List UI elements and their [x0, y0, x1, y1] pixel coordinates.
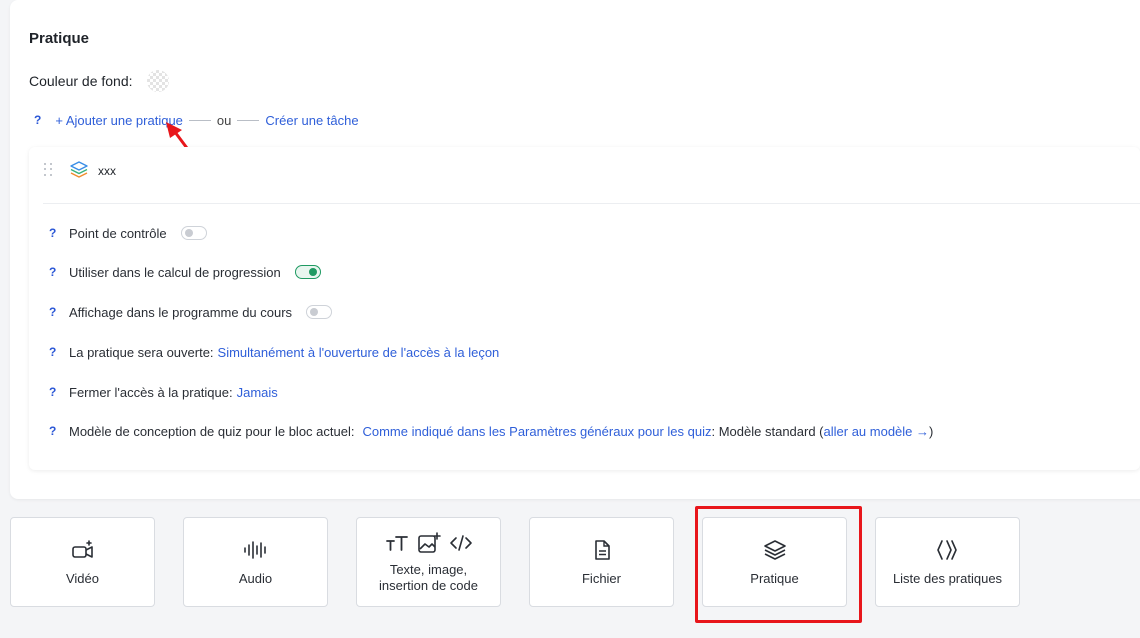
tile-label: Texte, image, insertion de code — [378, 562, 478, 593]
go-to-template-link[interactable]: aller au modèle → — [824, 424, 930, 439]
add-actions-row: ? + Ajouter une pratique ou Créer une tâ… — [34, 110, 359, 130]
create-task-link[interactable]: Créer une tâche — [265, 113, 358, 128]
tile-label: Vidéo — [65, 571, 99, 586]
help-icon[interactable]: ? — [49, 385, 69, 399]
help-icon[interactable]: ? — [49, 305, 69, 319]
setting-label: Modèle de conception de quiz pour le blo… — [69, 423, 355, 439]
block-name[interactable]: xxx — [98, 164, 116, 178]
section-title: Pratique — [29, 30, 90, 47]
layers-icon — [763, 540, 786, 560]
help-icon[interactable]: ? — [49, 226, 69, 240]
quiz-template-suffix: : Modèle standard ( — [711, 423, 824, 439]
background-color-swatch[interactable] — [146, 70, 169, 92]
tile-text-image-code[interactable]: Texte, image, insertion de code — [356, 517, 501, 607]
chevrons-icon — [936, 540, 957, 560]
setting-open-time: ? La pratique sera ouverte: Simultanémen… — [49, 342, 499, 362]
quiz-template-link[interactable]: Comme indiqué dans les Paramètres généra… — [362, 424, 711, 439]
text-size-icon — [385, 536, 408, 551]
code-icon — [449, 535, 472, 551]
tile-label: Pratique — [750, 571, 799, 586]
separator-line — [237, 119, 260, 121]
tile-audio[interactable]: Audio — [183, 517, 328, 607]
open-time-link[interactable]: Simultanément à l'ouverture de l'accès à… — [218, 345, 500, 360]
setting-progress-calc: ? Utiliser dans le calcul de progression — [49, 262, 321, 282]
help-icon[interactable]: ? — [49, 265, 69, 279]
checkpoint-toggle[interactable] — [180, 226, 207, 240]
file-icon — [594, 540, 610, 560]
close-access-link[interactable]: Jamais — [237, 385, 278, 400]
help-icon[interactable]: ? — [49, 424, 69, 438]
audio-wave-icon — [243, 541, 266, 559]
or-text: ou — [216, 113, 232, 128]
tile-label: Liste des pratiques — [892, 571, 1003, 586]
video-add-icon — [71, 540, 93, 558]
setting-label: Utiliser dans le calcul de progression — [69, 264, 281, 280]
divider — [43, 203, 1140, 204]
quiz-template-close: ) — [929, 423, 934, 439]
background-color-row: Couleur de fond: — [29, 70, 169, 92]
setting-checkpoint: ? Point de contrôle — [49, 223, 207, 243]
progress-calc-toggle[interactable] — [294, 265, 321, 279]
background-color-label: Couleur de fond: — [29, 73, 133, 89]
setting-label: La pratique sera ouverte: — [69, 344, 214, 360]
help-icon[interactable]: ? — [49, 345, 69, 359]
tile-file[interactable]: Fichier — [529, 517, 674, 607]
setting-label: Point de contrôle — [69, 225, 167, 241]
tile-video[interactable]: Vidéo — [10, 517, 155, 607]
drag-handle-icon[interactable] — [44, 163, 54, 177]
tile-label: Fichier — [581, 571, 621, 586]
layers-icon — [70, 161, 88, 178]
image-add-icon — [417, 532, 441, 553]
practice-block-card: xxx ? Point de contrôle ? Utiliser dans … — [29, 147, 1140, 470]
setting-quiz-template: ? Modèle de conception de quiz pour le b… — [49, 421, 933, 441]
setting-course-program: ? Affichage dans le programme du cours — [49, 302, 333, 322]
tile-practice[interactable]: Pratique — [702, 517, 847, 607]
course-program-toggle[interactable] — [306, 305, 333, 319]
separator-line — [188, 119, 211, 121]
add-practice-link[interactable]: + Ajouter une pratique — [55, 113, 183, 128]
setting-label: Affichage dans le programme du cours — [69, 304, 293, 320]
tile-practice-list[interactable]: Liste des pratiques — [875, 517, 1020, 607]
block-type-tiles: Vidéo Audio Texte, image, insertion de c… — [10, 517, 1020, 607]
tile-label: Audio — [238, 571, 273, 586]
help-icon[interactable]: ? — [34, 113, 41, 127]
setting-close-access: ? Fermer l'accès à la pratique: Jamais — [49, 382, 278, 402]
setting-label: Fermer l'accès à la pratique: — [69, 384, 233, 400]
